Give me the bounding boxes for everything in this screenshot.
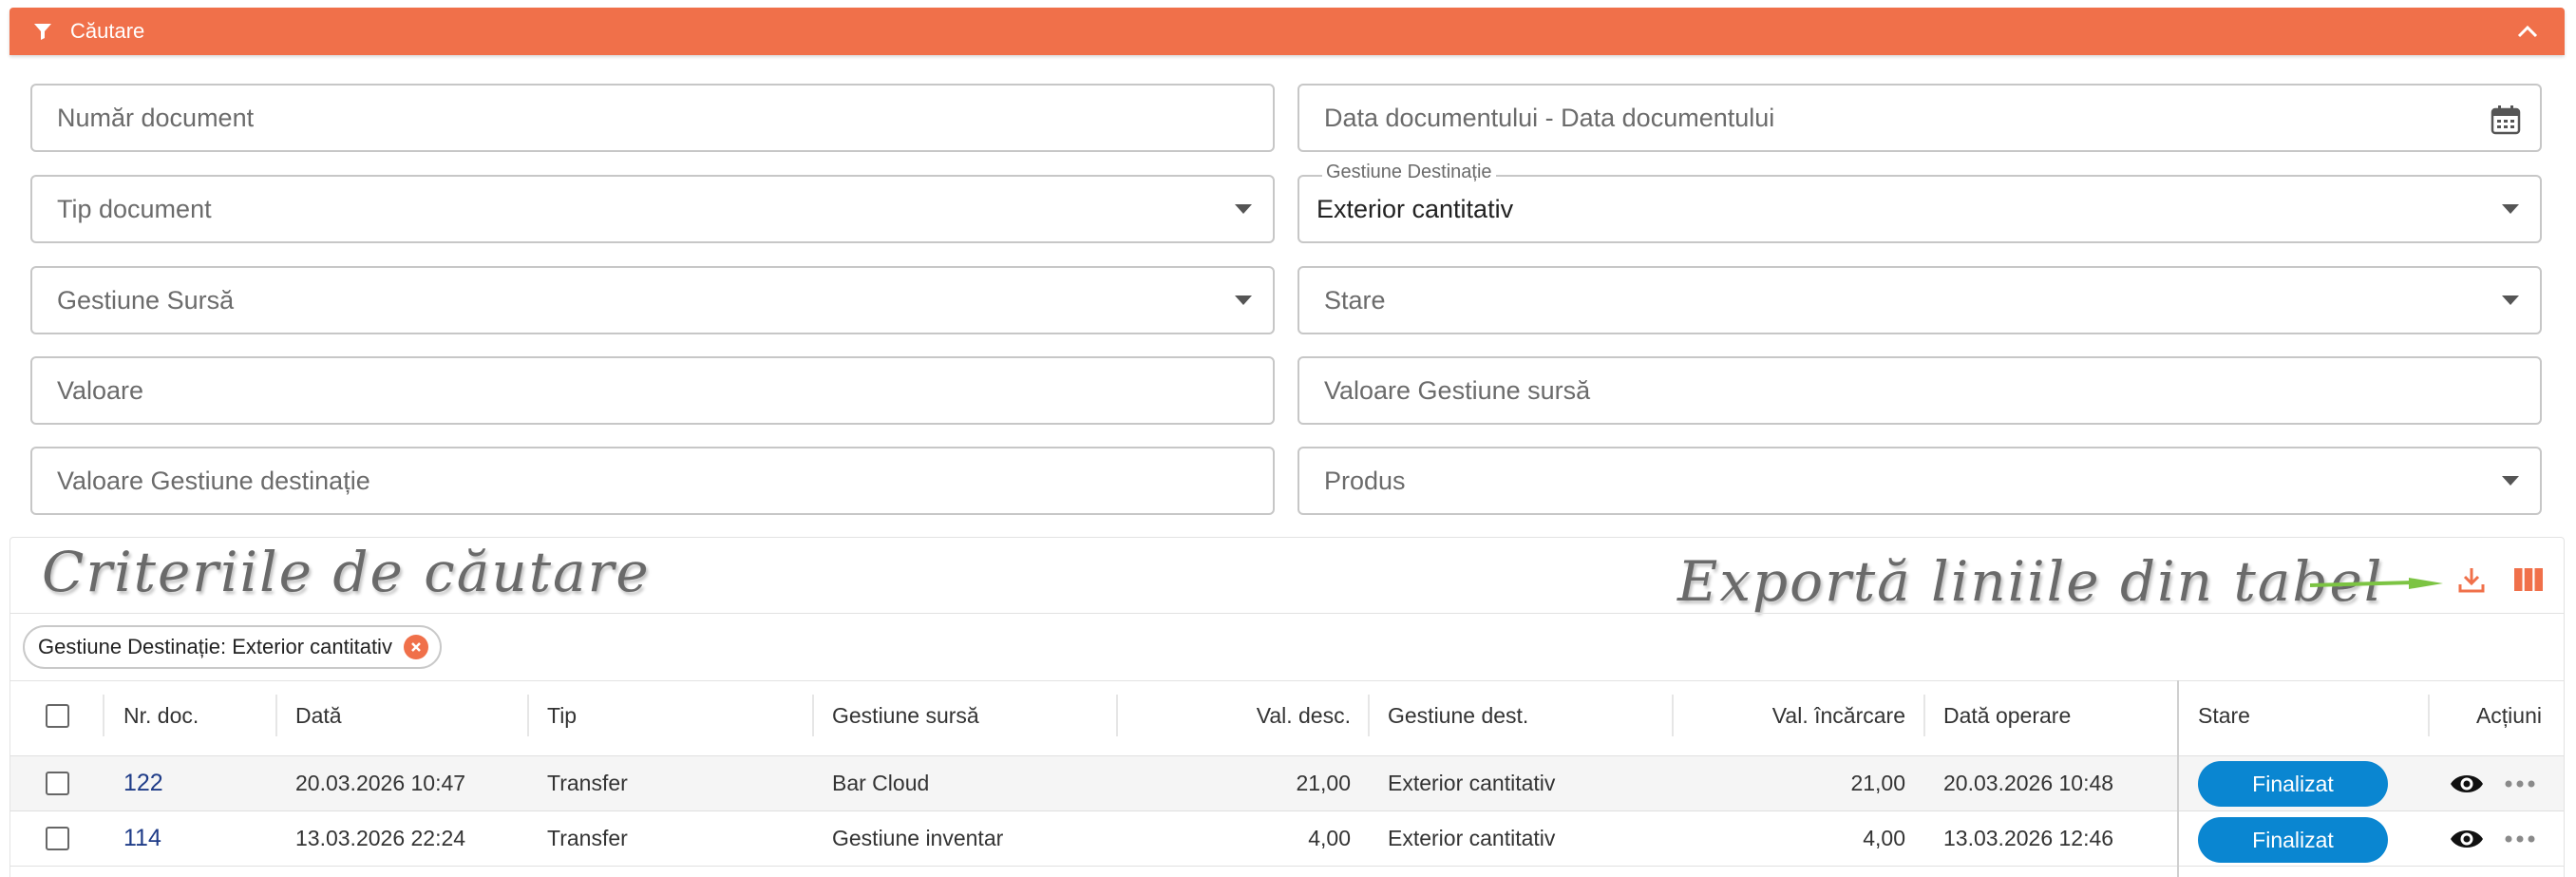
column-separator: [1368, 695, 1370, 736]
cell-data: 13.03.2026 22:24: [295, 826, 466, 850]
active-filter-chip-label: Gestiune Destinație: Exterior cantitativ: [38, 635, 392, 658]
column-separator: [1116, 695, 1118, 736]
column-separator: [812, 695, 814, 736]
product-select[interactable]: Produs: [1297, 447, 2542, 515]
status-badge[interactable]: Finalizat: [2198, 817, 2388, 863]
sticky-column-separator: [2177, 680, 2179, 877]
cell-val-desc: 21,00: [1296, 771, 1351, 795]
document-type-select[interactable]: Tip document: [30, 175, 1275, 243]
column-header-tip[interactable]: Tip: [547, 703, 577, 729]
cell-tip: Transfer: [547, 771, 628, 795]
document-link[interactable]: 122: [123, 770, 163, 797]
document-date-placeholder: Data documentului - Data documentului: [1324, 103, 1775, 132]
cell-data: 20.03.2026 10:47: [295, 771, 466, 795]
status-badge[interactable]: Finalizat: [2198, 761, 2388, 807]
chips-divider: [10, 680, 2564, 681]
document-link[interactable]: 114: [123, 825, 161, 852]
columns-icon[interactable]: [2510, 561, 2548, 599]
document-number-input[interactable]: Număr document: [30, 84, 1275, 152]
status-placeholder: Stare: [1324, 285, 1386, 315]
source-warehouse-value-placeholder: Valoare Gestiune sursă: [1324, 375, 1591, 405]
column-header-gestiune-sursa[interactable]: Gestiune sursă: [832, 703, 979, 729]
product-placeholder: Produs: [1324, 466, 1406, 495]
column-header-actiuni: Acțiuni: [2475, 703, 2542, 728]
annotation-arrow-icon: [2310, 578, 2443, 589]
destination-warehouse-value: Exterior cantitativ: [1316, 194, 1514, 223]
eye-icon[interactable]: [2449, 825, 2485, 853]
column-header-data[interactable]: Dată: [295, 703, 342, 729]
status-select[interactable]: Stare: [1297, 266, 2542, 334]
source-warehouse-select[interactable]: Gestiune Sursă: [30, 266, 1275, 334]
search-panel-header[interactable]: Căutare: [9, 8, 2565, 55]
column-separator: [1923, 695, 1925, 736]
calendar-icon[interactable]: [2489, 103, 2523, 137]
row-checkbox[interactable]: [46, 827, 69, 850]
column-header-data-operare[interactable]: Dată operare: [1943, 703, 2071, 729]
active-filter-chip[interactable]: Gestiune Destinație: Exterior cantitativ: [23, 625, 442, 669]
column-header-stare[interactable]: Stare: [2198, 703, 2250, 729]
chevron-down-icon: [2502, 204, 2519, 214]
cell-gestiune-sursa: Gestiune inventar: [832, 826, 1004, 850]
cell-val-incarcare: 21,00: [1850, 771, 1905, 795]
cell-data-operare: 13.03.2026 12:46: [1943, 826, 2114, 850]
cell-gestiune-sursa: Bar Cloud: [832, 771, 930, 795]
download-icon[interactable]: [2453, 561, 2491, 599]
document-type-placeholder: Tip document: [57, 194, 212, 223]
cell-gestiune-dest: Exterior cantitativ: [1388, 771, 1556, 795]
destination-warehouse-select[interactable]: Gestiune Destinație Exterior cantitativ: [1297, 162, 2542, 243]
column-separator: [275, 695, 277, 736]
cell-val-incarcare: 4,00: [1863, 826, 1905, 850]
destination-warehouse-value-input[interactable]: Valoare Gestiune destinație: [30, 447, 1275, 515]
column-header-val-desc[interactable]: Val. desc.: [1130, 703, 1351, 729]
column-separator: [2428, 695, 2430, 736]
column-separator: [527, 695, 529, 736]
toolbar-divider: [10, 613, 2564, 614]
close-icon[interactable]: [403, 635, 428, 659]
destination-warehouse-label: Gestiune Destinație: [1322, 162, 1496, 183]
column-header-val-incarcare[interactable]: Val. încărcare: [1687, 703, 1905, 729]
select-all-checkbox[interactable]: [46, 704, 69, 728]
chevron-down-icon: [2502, 296, 2519, 305]
source-warehouse-value-input[interactable]: Valoare Gestiune sursă: [1297, 356, 2542, 425]
annotation-export-rows: Exportă liniile din tabel: [1677, 549, 2384, 614]
cell-val-desc: 4,00: [1308, 826, 1351, 850]
chevron-up-icon[interactable]: [2515, 19, 2540, 44]
document-number-placeholder: Număr document: [57, 103, 255, 132]
cell-data-operare: 20.03.2026 10:48: [1943, 771, 2114, 795]
value-input[interactable]: Valoare: [30, 356, 1275, 425]
column-separator: [103, 695, 104, 736]
column-header-gestiune-dest[interactable]: Gestiune dest.: [1388, 703, 1528, 729]
annotation-search-criteria: Criteriile de căutare: [42, 540, 651, 604]
eye-icon[interactable]: [2449, 770, 2485, 798]
more-horizontal-icon[interactable]: [2504, 778, 2536, 790]
column-header-nr-doc[interactable]: Nr. doc.: [123, 703, 199, 729]
filter-icon: [32, 21, 53, 42]
row-checkbox[interactable]: [46, 772, 69, 795]
column-separator: [1672, 695, 1674, 736]
table-row-divider: [10, 866, 2564, 867]
chevron-down-icon: [1235, 296, 1252, 305]
chevron-down-icon: [1235, 204, 1252, 214]
chevron-down-icon: [2502, 476, 2519, 486]
destination-warehouse-value-placeholder: Valoare Gestiune destinație: [57, 466, 370, 495]
cell-tip: Transfer: [547, 826, 628, 850]
document-date-range-input[interactable]: Data documentului - Data documentului: [1297, 84, 2542, 152]
source-warehouse-placeholder: Gestiune Sursă: [57, 285, 235, 315]
cell-gestiune-dest: Exterior cantitativ: [1388, 826, 1556, 850]
value-placeholder: Valoare: [57, 375, 144, 405]
more-horizontal-icon[interactable]: [2504, 833, 2536, 845]
search-panel-title: Căutare: [70, 19, 145, 43]
